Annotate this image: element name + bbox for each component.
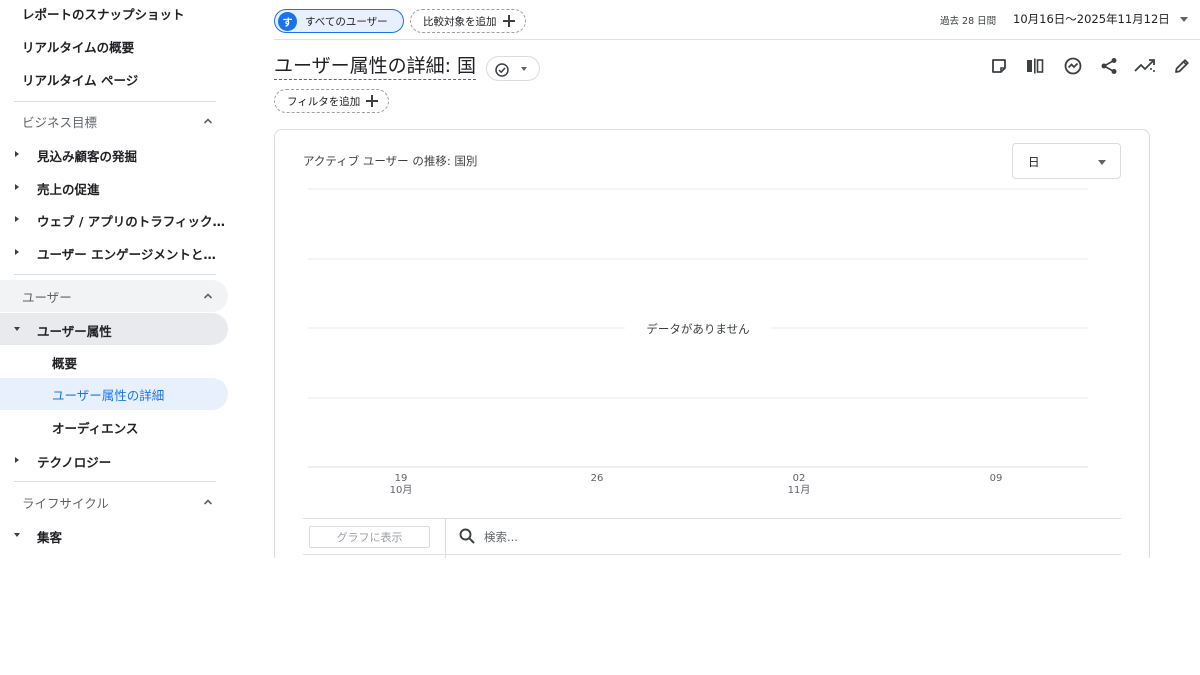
add-filter-button[interactable]: フィルタを追加 <box>274 89 389 113</box>
sidebar-item-label: 売上の促進 <box>37 182 100 197</box>
x-tick-day: 19 <box>395 473 408 484</box>
note-icon[interactable] <box>988 55 1010 77</box>
sidebar-item-label: 見込み顧客の発掘 <box>37 149 138 164</box>
sidebar-item-label: ウェブ / アプリのトラフィック… <box>37 214 226 229</box>
insights-icon[interactable] <box>1062 55 1084 77</box>
sidebar-subitem-audiences[interactable]: オーディエンス <box>0 411 228 443</box>
sidebar-item-acquisition[interactable]: 集客 <box>0 519 228 551</box>
section-user[interactable]: ユーザー <box>0 280 228 312</box>
section-lifecycle-label: ライフサイクル <box>22 495 109 511</box>
sidebar-divider <box>14 101 216 102</box>
sidebar-item-technology[interactable]: テクノロジー <box>0 444 228 476</box>
check-circle-icon <box>495 62 509 77</box>
caret-right-icon <box>13 248 21 256</box>
add-comparison-label: 比較対象を追加 <box>423 15 497 28</box>
sidebar-item-user-engagement[interactable]: ユーザー エンゲージメントと… <box>0 236 228 268</box>
nav-report-snapshot[interactable]: レポートのスナップショット <box>22 0 185 29</box>
topbar-divider <box>274 39 1200 40</box>
trend-icon[interactable] <box>1134 55 1156 77</box>
table-header-divider <box>303 554 1121 555</box>
share-icon[interactable] <box>1098 55 1120 77</box>
sidebar-divider <box>14 274 216 275</box>
toolbar-separator <box>445 519 446 558</box>
search-input[interactable] <box>484 526 784 548</box>
x-tick-day: 26 <box>591 473 604 484</box>
nav-realtime-pages[interactable]: リアルタイム ページ <box>22 63 138 95</box>
caret-right-icon <box>13 183 21 191</box>
x-tick-day: 02 <box>793 473 806 484</box>
sidebar-divider <box>14 481 216 482</box>
caret-down-icon <box>13 531 21 539</box>
chevron-up-icon <box>200 288 216 304</box>
section-business-goals[interactable]: ビジネス目標 <box>0 105 228 137</box>
sidebar-item-lead-generation[interactable]: 見込み顧客の発掘 <box>0 138 228 170</box>
plus-icon <box>503 15 515 27</box>
caret-right-icon <box>13 456 21 464</box>
nav-realtime-overview[interactable]: リアルタイムの概要 <box>22 30 134 62</box>
add-comparison-button[interactable]: 比較対象を追加 <box>410 9 526 33</box>
sidebar-item-label: 集客 <box>37 530 63 545</box>
analytics-app: レポートのスナップショット リアルタイムの概要 リアルタイム ページ ビジネス目… <box>0 0 1200 558</box>
page-title[interactable]: ユーザー属性の詳細: 国 <box>274 54 477 80</box>
caret-down-icon <box>1098 160 1106 165</box>
caret-down-icon <box>521 67 527 71</box>
chart-title: アクティブ ユーザー の推移: 国別 <box>303 154 478 168</box>
granularity-value: 日 <box>1028 155 1040 169</box>
sidebar-item-label: テクノロジー <box>37 455 112 470</box>
edit-icon[interactable] <box>1171 55 1193 77</box>
line-chart: データがありません 19 10月 26 02 11月 09 <box>308 188 1088 496</box>
report-status-dropdown[interactable] <box>486 56 540 81</box>
segment-label: すべてのユーザー <box>305 15 388 28</box>
plot-rows-button[interactable]: グラフに表示 <box>309 526 430 548</box>
section-lifecycle[interactable]: ライフサイクル <box>0 486 228 518</box>
no-data-message: データがありません <box>646 322 749 336</box>
caret-right-icon <box>13 215 21 223</box>
date-range-picker[interactable]: 10月16日～2025年11月12日 <box>1013 11 1170 27</box>
x-tick-month: 10月 <box>390 484 413 496</box>
caret-down-icon <box>13 325 21 333</box>
sidebar-subitem-overview[interactable]: 概要 <box>0 346 228 378</box>
x-tick-month: 11月 <box>788 484 811 496</box>
chevron-down-icon[interactable] <box>1180 17 1188 22</box>
segment-avatar: す <box>278 12 297 31</box>
sidebar-subitem-demographic-details[interactable]: ユーザー属性の詳細 <box>0 378 228 410</box>
plus-icon <box>366 95 378 107</box>
table-divider <box>303 518 1121 519</box>
sidebar-item-label: ユーザー属性 <box>37 324 112 339</box>
segment-chip-all-users[interactable]: す すべてのユーザー <box>274 9 404 33</box>
sidebar-item-demographics[interactable]: ユーザー属性 <box>0 313 228 345</box>
section-user-label: ユーザー <box>22 289 72 305</box>
caret-right-icon <box>13 150 21 158</box>
chevron-up-icon <box>200 113 216 129</box>
sidebar-item-label: ユーザー エンゲージメントと… <box>37 247 216 262</box>
sidebar-item-drive-sales[interactable]: 売上の促進 <box>0 171 228 203</box>
sidebar-item-web-app-traffic[interactable]: ウェブ / アプリのトラフィック… <box>0 203 228 235</box>
granularity-select[interactable]: 日 <box>1012 143 1121 179</box>
search-icon <box>458 527 476 545</box>
compare-columns-icon[interactable] <box>1024 55 1046 77</box>
date-range-label: 過去 28 日間 <box>940 16 997 27</box>
add-filter-label: フィルタを追加 <box>287 95 361 108</box>
sidebar: レポートのスナップショット リアルタイムの概要 リアルタイム ページ ビジネス目… <box>0 0 232 558</box>
x-tick-day: 09 <box>990 473 1003 484</box>
section-business-goals-label: ビジネス目標 <box>22 114 98 130</box>
chevron-up-icon <box>200 494 216 510</box>
